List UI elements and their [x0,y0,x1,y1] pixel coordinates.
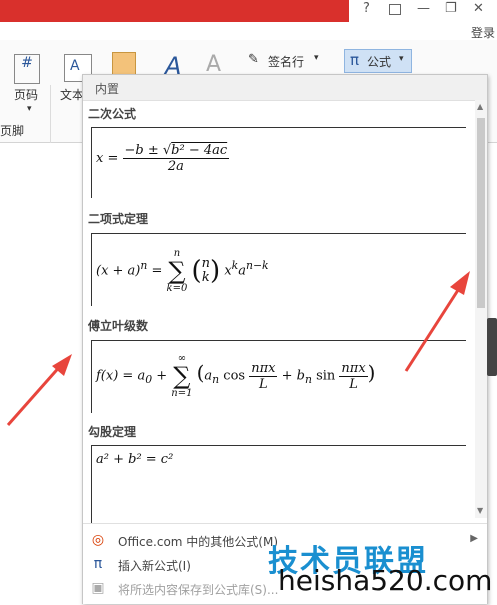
chevron-right-icon: ▶ [470,533,478,544]
annotation-arrow [6,354,72,426]
gallery-header: 内置 [83,75,487,101]
page-number-icon[interactable]: # [14,54,40,84]
minimize-button[interactable]: — [417,1,430,16]
signature-line-button[interactable]: 签名行 [268,53,304,70]
chevron-down-icon: ▾ [399,54,404,64]
watermark-en: heisha520.com [278,564,493,597]
page-number-button[interactable]: 页码 [14,86,38,103]
section-title: 二次公式 [88,107,137,121]
signin-link[interactable]: 登录 [471,24,495,41]
text-box-button[interactable]: 文本 [60,86,84,103]
close-button[interactable]: ✕ [473,1,484,16]
equation-item-quadratic[interactable]: x = −b ± √b² − 4ac 2a [91,127,466,198]
watermark: 技术员联盟 heisha520.com [268,536,492,597]
signature-line-icon[interactable]: ✎ [248,52,259,67]
chevron-down-icon: ▾ [314,53,319,63]
equation-item-pythagorean[interactable]: a² + b² = c² [91,445,466,524]
office-icon: ◎ [91,532,105,548]
restore-button[interactable]: ❐ [445,1,457,16]
window-controls: ? — ❐ ✕ [349,0,497,22]
section-title: 傅立叶级数 [88,319,149,333]
save-icon: ▣ [91,580,105,596]
gallery-header-label: 内置 [95,82,120,96]
equation-label: 公式 [367,55,392,69]
help-button[interactable]: ? [363,1,370,16]
pi-icon: π [93,556,103,572]
section-title: 二项式定理 [88,212,149,226]
scroll-down-icon[interactable]: ▼ [477,506,483,515]
side-handle[interactable] [487,318,497,376]
chevron-down-icon: ▾ [27,104,32,114]
section-title: 勾股定理 [88,425,137,439]
scroll-up-icon[interactable]: ▲ [477,102,483,111]
ribbon-display-icon[interactable] [389,4,401,15]
pi-icon: π [350,51,360,69]
equation-button[interactable]: π 公式 ▾ [344,49,412,73]
annotation-arrow [404,271,470,372]
title-bar [0,0,349,22]
footer-group-label: 页脚 [0,124,25,138]
